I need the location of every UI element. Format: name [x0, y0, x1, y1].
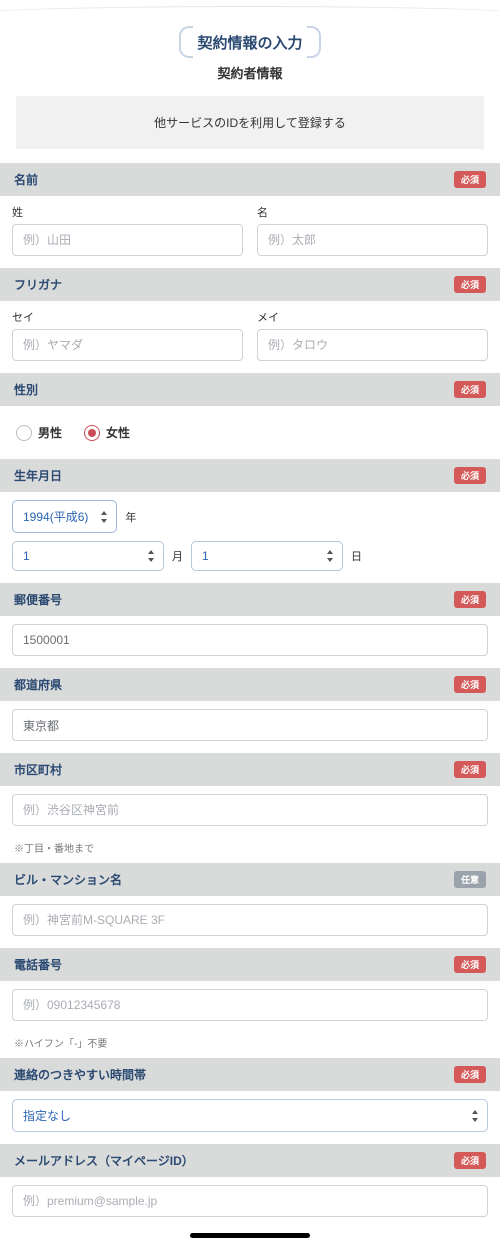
postal-input[interactable]	[12, 624, 488, 656]
city-hint: ※丁目・番地まで	[0, 838, 500, 863]
last-name-label: 姓	[12, 204, 243, 220]
birth-year-select[interactable]: 1994(平成6)	[12, 500, 117, 533]
phone-input[interactable]	[12, 989, 488, 1021]
required-badge: 必須	[454, 467, 486, 484]
required-badge: 必須	[454, 761, 486, 778]
phone-hint: ※ハイフン「-」不要	[0, 1033, 500, 1058]
first-name-input[interactable]	[257, 224, 488, 256]
required-badge: 必須	[454, 676, 486, 693]
prefecture-input[interactable]	[12, 709, 488, 741]
section-header-email: メールアドレス（マイページID） 必須	[0, 1144, 500, 1177]
month-unit: 月	[172, 548, 183, 564]
section-header-city: 市区町村 必須	[0, 753, 500, 786]
section-header-building: ビル・マンション名 任意	[0, 863, 500, 896]
section-header-contact-time: 連絡のつきやすい時間帯 必須	[0, 1058, 500, 1091]
section-header-birthdate: 生年月日 必須	[0, 459, 500, 492]
birth-day-select[interactable]: 1	[191, 541, 343, 571]
section-header-gender: 性別 必須	[0, 373, 500, 406]
first-name-label: 名	[257, 204, 488, 220]
year-unit: 年	[125, 509, 136, 525]
gender-female-radio[interactable]: 女性	[84, 424, 130, 441]
day-unit: 日	[351, 548, 362, 564]
section-header-furigana: フリガナ 必須	[0, 268, 500, 301]
sei-label: セイ	[12, 309, 243, 325]
required-badge: 必須	[454, 1152, 486, 1169]
optional-badge: 任意	[454, 871, 486, 888]
city-input[interactable]	[12, 794, 488, 826]
page-title: 契約情報の入力	[0, 0, 500, 63]
section-header-name: 名前 必須	[0, 163, 500, 196]
mei-label: メイ	[257, 309, 488, 325]
birth-month-select[interactable]: 1	[12, 541, 164, 571]
required-badge: 必須	[454, 381, 486, 398]
email-input[interactable]	[12, 1185, 488, 1217]
gender-male-radio[interactable]: 男性	[16, 424, 62, 441]
section-header-phone: 電話番号 必須	[0, 948, 500, 981]
sei-input[interactable]	[12, 329, 243, 361]
required-badge: 必須	[454, 956, 486, 973]
required-badge: 必須	[454, 276, 486, 293]
section-header-postal: 郵便番号 必須	[0, 583, 500, 616]
contact-time-select[interactable]: 指定なし	[12, 1099, 488, 1132]
required-badge: 必須	[454, 171, 486, 188]
last-name-input[interactable]	[12, 224, 243, 256]
required-badge: 必須	[454, 1066, 486, 1083]
home-indicator	[190, 1233, 310, 1238]
page-subtitle: 契約者情報	[0, 63, 500, 96]
external-id-register-button[interactable]: 他サービスのIDを利用して登録する	[16, 96, 484, 149]
section-header-prefecture: 都道府県 必須	[0, 668, 500, 701]
mei-input[interactable]	[257, 329, 488, 361]
building-input[interactable]	[12, 904, 488, 936]
required-badge: 必須	[454, 591, 486, 608]
